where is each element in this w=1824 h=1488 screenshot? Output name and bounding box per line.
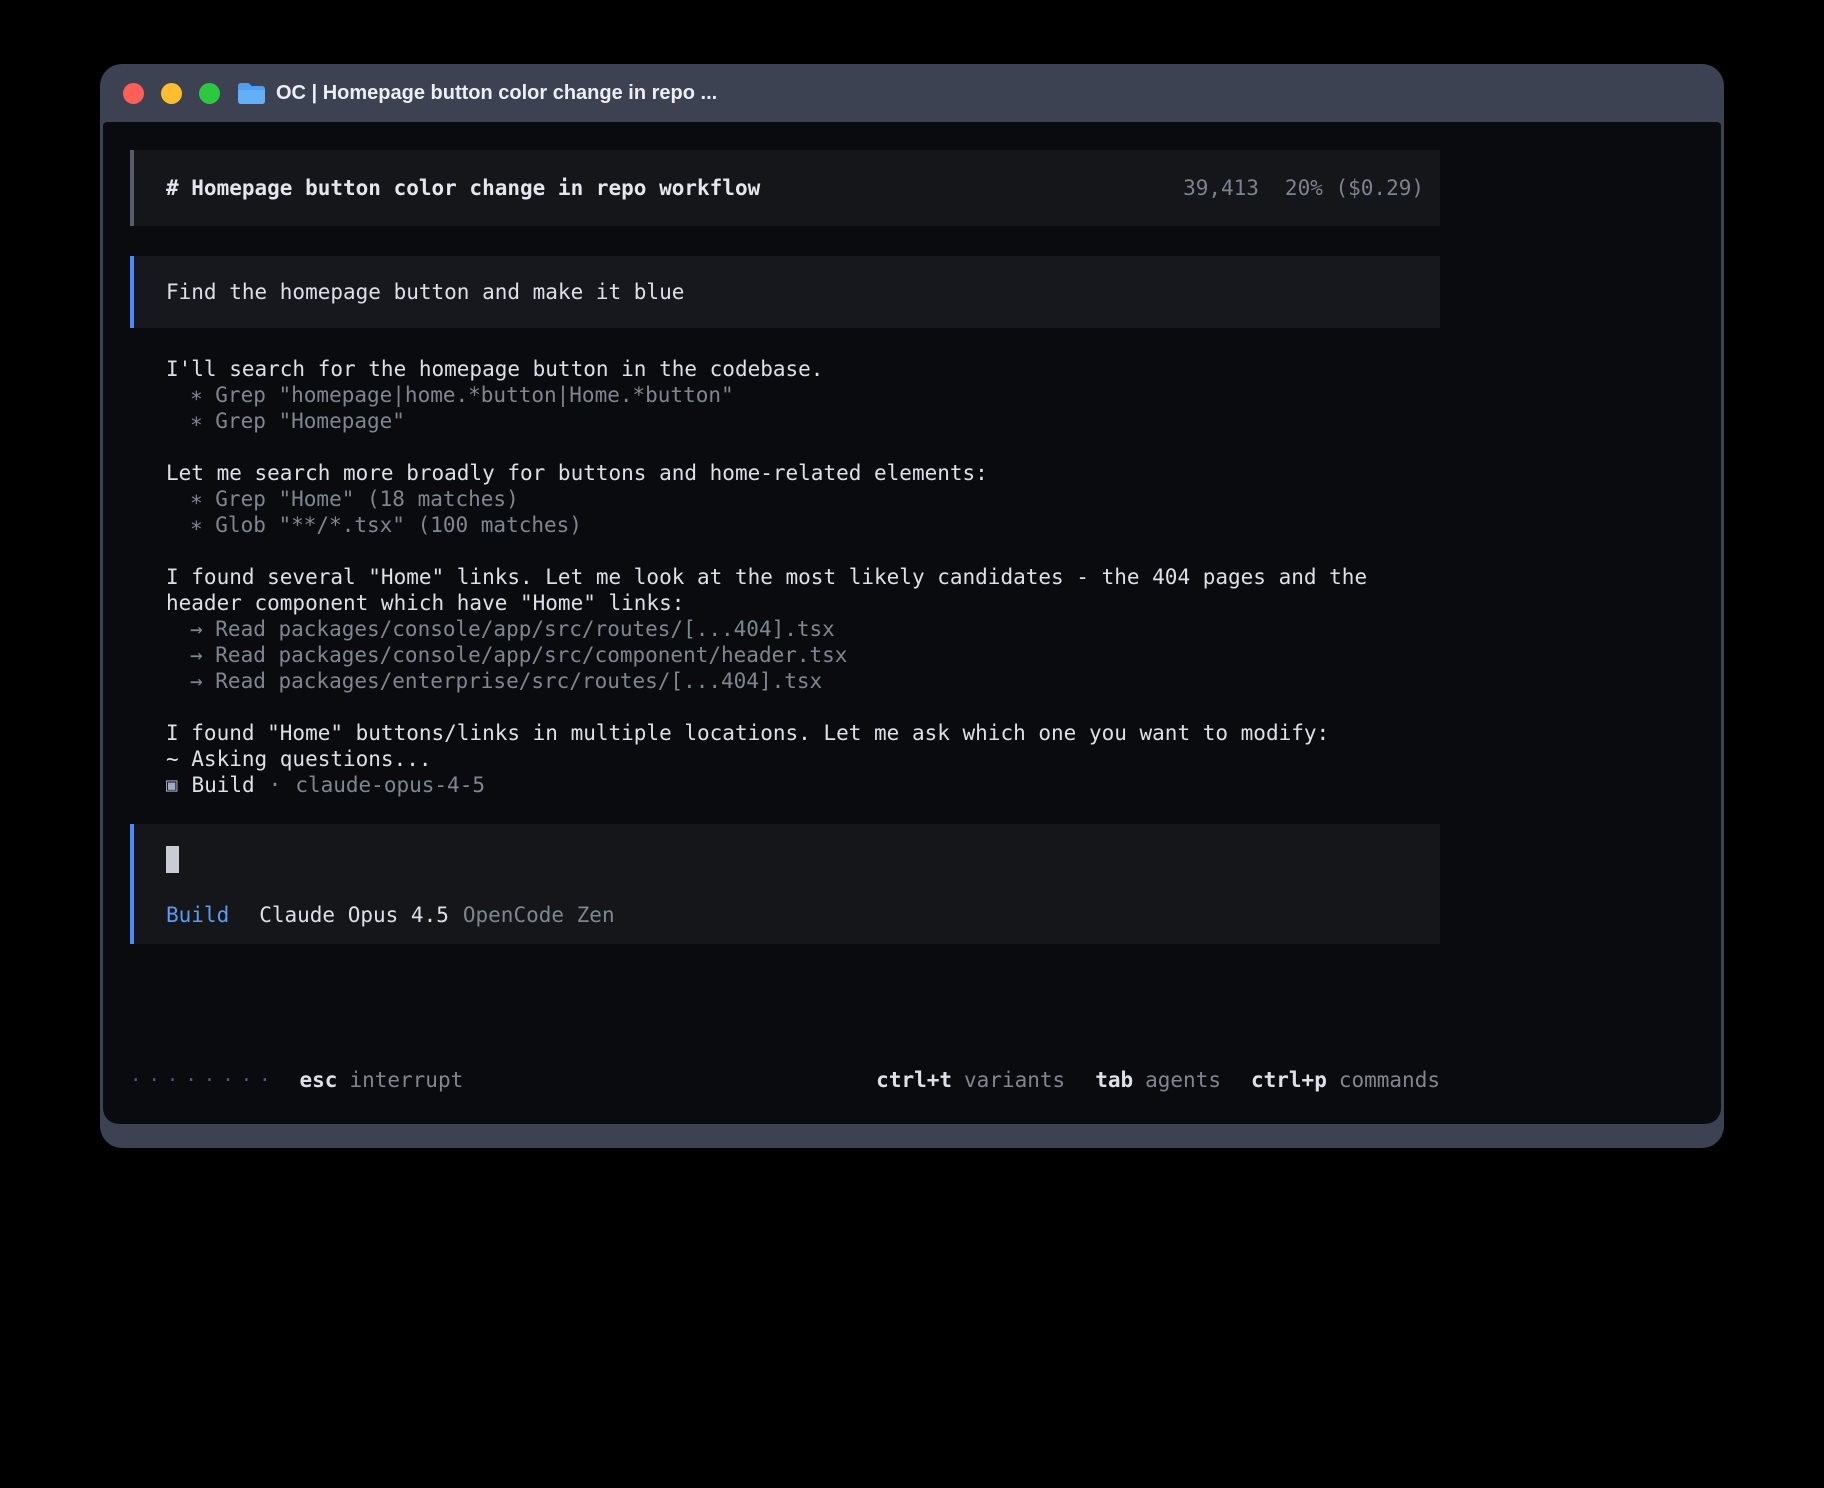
user-message-text: Find the homepage button and make it blu… — [166, 280, 684, 304]
hint-variants-label: variants — [964, 1067, 1065, 1093]
hint-commands: ctrl+p commands — [1251, 1067, 1440, 1093]
window-title: OC | Homepage button color change in rep… — [276, 82, 717, 105]
hint-commands-label: commands — [1339, 1067, 1440, 1093]
hint-agents-label: agents — [1145, 1067, 1221, 1093]
key-ctrl-t: ctrl+t — [876, 1067, 952, 1093]
tool-call-read: → Read packages/console/app/src/routes/[… — [166, 616, 1420, 642]
agent-name: Build — [191, 772, 254, 798]
agent-status: ▣ Build · claude-opus-4-5 — [166, 772, 1420, 798]
tool-call-glob: ∗ Glob "**/*.tsx" (100 matches) — [166, 512, 1420, 538]
asking-questions-status: ~ Asking questions... — [166, 746, 1420, 772]
spinner-dots: ········ — [130, 1067, 278, 1093]
minimize-button[interactable] — [161, 83, 182, 104]
close-button[interactable] — [123, 83, 144, 104]
tool-call-read: → Read packages/console/app/src/componen… — [166, 642, 1420, 668]
tool-call-group: → Read packages/console/app/src/routes/[… — [166, 616, 1420, 694]
text-cursor — [166, 846, 179, 873]
token-count: 39,413 — [1183, 176, 1259, 200]
key-ctrl-p: ctrl+p — [1251, 1067, 1327, 1093]
transcript: I'll search for the homepage button in t… — [130, 356, 1440, 798]
zoom-button[interactable] — [199, 83, 220, 104]
agent-mode-label: Build — [166, 903, 229, 927]
hint-interrupt: esc interrupt — [300, 1067, 464, 1093]
status-bar: ········ esc interrupt ctrl+t variants t… — [130, 1067, 1440, 1093]
tool-call-group: ∗ Grep "homepage|home.*button|Home.*butt… — [166, 382, 1420, 434]
titlebar: OC | Homepage button color change in rep… — [103, 64, 1721, 122]
traffic-lights — [123, 83, 220, 104]
agent-model: claude-opus-4-5 — [295, 772, 485, 798]
tool-call-group: ∗ Grep "Home" (18 matches) ∗ Glob "**/*.… — [166, 486, 1420, 538]
model-name: Claude Opus 4.5 — [259, 903, 449, 927]
input-status-row: Build Claude Opus 4.5 OpenCode Zen — [166, 903, 1408, 927]
terminal-window: OC | Homepage button color change in rep… — [100, 64, 1724, 1148]
agent-separator: · — [269, 772, 282, 798]
key-tab: tab — [1095, 1067, 1133, 1093]
context-usage: 20% ($0.29) — [1285, 176, 1424, 200]
assistant-text: I found "Home" buttons/links in multiple… — [166, 720, 1420, 746]
assistant-text: I'll search for the homepage button in t… — [166, 356, 1420, 382]
terminal-body: # Homepage button color change in repo w… — [103, 122, 1721, 1124]
folder-icon — [238, 83, 265, 104]
assistant-text: I found several "Home" links. Let me loo… — [166, 564, 1420, 616]
tool-call-grep: ∗ Grep "Home" (18 matches) — [166, 486, 1420, 512]
tool-call-grep: ∗ Grep "Homepage" — [166, 408, 1420, 434]
assistant-text: Let me search more broadly for buttons a… — [166, 460, 1420, 486]
tool-call-read: → Read packages/enterprise/src/routes/[.… — [166, 668, 1420, 694]
tool-call-grep: ∗ Grep "homepage|home.*button|Home.*butt… — [166, 382, 1420, 408]
session-title: # Homepage button color change in repo w… — [166, 176, 760, 200]
hint-agents: tab agents — [1095, 1067, 1221, 1093]
prompt-input[interactable]: Build Claude Opus 4.5 OpenCode Zen — [130, 824, 1440, 944]
session-header: # Homepage button color change in repo w… — [130, 150, 1440, 226]
agent-icon: ▣ — [166, 772, 177, 798]
user-message: Find the homepage button and make it blu… — [130, 256, 1440, 328]
model-provider: OpenCode Zen — [463, 903, 615, 927]
hint-variants: ctrl+t variants — [876, 1067, 1065, 1093]
hint-interrupt-label: interrupt — [349, 1067, 463, 1093]
key-esc: esc — [300, 1067, 338, 1093]
